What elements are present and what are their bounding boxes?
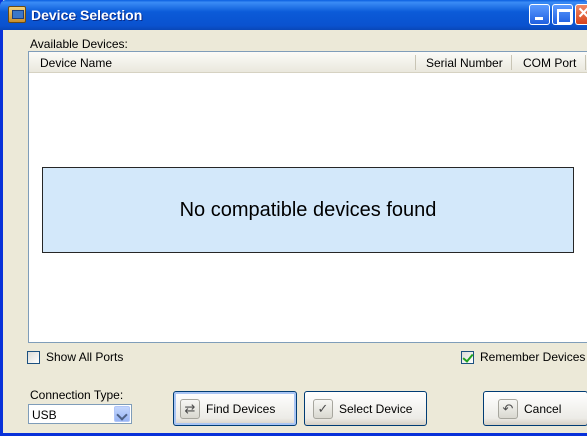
device-selection-window: Device Selection Available Devices: Devi… [0, 0, 587, 436]
column-divider[interactable] [511, 55, 512, 70]
minimize-icon[interactable] [529, 4, 550, 25]
empty-state-message: No compatible devices found [179, 199, 437, 221]
show-all-ports-checkbox[interactable] [27, 350, 40, 364]
connection-type-label: Connection Type: [30, 388, 124, 402]
show-all-ports-option[interactable]: Show All Ports [27, 350, 123, 364]
connection-type-select[interactable]: USB [28, 404, 132, 424]
column-divider[interactable] [585, 55, 586, 70]
maximize-icon[interactable] [552, 4, 573, 25]
find-devices-label: Find Devices [206, 401, 276, 416]
list-header: Device Name Serial Number COM Port [29, 52, 587, 73]
checkmark-icon: ✓ [313, 398, 333, 419]
remember-devices-option[interactable]: Remember Devices [461, 350, 585, 364]
device-app-icon [8, 6, 26, 23]
cancel-button[interactable]: ↶ Cancel [483, 391, 587, 426]
column-divider[interactable] [415, 55, 416, 70]
remember-devices-label: Remember Devices [480, 350, 586, 364]
empty-state-message-box: No compatible devices found [42, 167, 574, 253]
column-serial-number[interactable]: Serial Number [426, 56, 503, 70]
available-devices-label: Available Devices: [30, 37, 128, 51]
column-com-port[interactable]: COM Port [523, 56, 576, 70]
column-device-name[interactable]: Device Name [40, 56, 112, 70]
refresh-arrows-icon: ⇄ [180, 398, 200, 419]
window-title: Device Selection [31, 7, 143, 23]
cancel-label: Cancel [524, 401, 562, 416]
chevron-down-icon[interactable] [114, 406, 130, 422]
close-icon[interactable] [575, 4, 587, 25]
show-all-ports-label: Show All Ports [46, 350, 124, 364]
title-bar[interactable]: Device Selection [0, 0, 587, 30]
device-list[interactable]: Device Name Serial Number COM Port No co… [28, 51, 587, 343]
undo-arrow-icon: ↶ [498, 398, 518, 419]
find-devices-button[interactable]: ⇄ Find Devices [173, 391, 297, 426]
remember-devices-checkbox[interactable] [461, 350, 474, 364]
select-device-button[interactable]: ✓ Select Device [304, 391, 427, 426]
connection-type-value: USB [32, 408, 57, 422]
select-device-label: Select Device [339, 401, 413, 416]
